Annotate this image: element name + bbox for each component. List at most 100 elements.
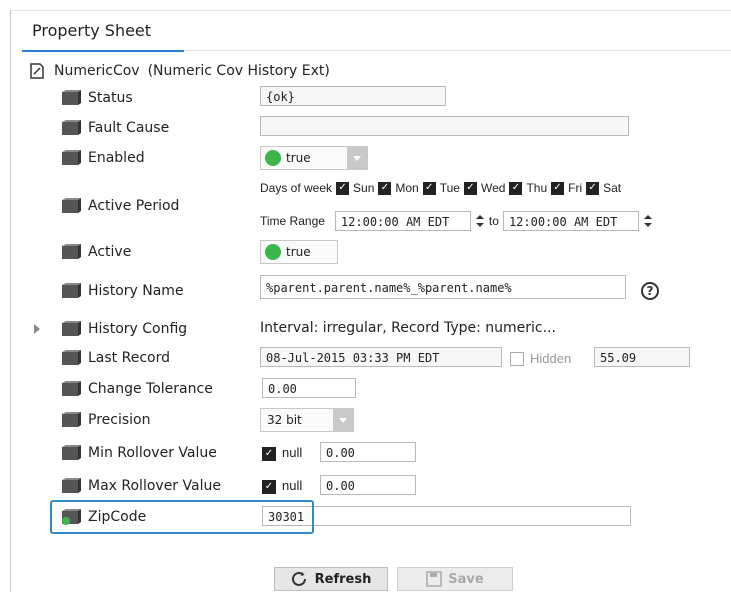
null-label: null <box>282 445 303 460</box>
slot-icon <box>62 90 81 105</box>
prop-row-history-name: History Name %parent.parent.name%_%paren… <box>28 273 731 309</box>
days-label: Days of week <box>260 181 333 195</box>
day-label: Sun <box>353 181 375 195</box>
prop-label: Active <box>88 244 132 260</box>
prop-row-enabled: Enabled true <box>28 143 731 173</box>
prop-row-precision: Precision 32 bit <box>28 405 731 435</box>
precision-value: 32 bit <box>267 413 302 427</box>
save-label: Save <box>448 571 484 587</box>
slot-icon <box>62 120 81 135</box>
slot-icon <box>62 150 81 165</box>
save-button[interactable]: Save <box>397 567 513 591</box>
active-text: true <box>286 245 311 259</box>
prop-row-status: Status {ok} <box>28 83 731 113</box>
floppy-disk-icon <box>426 571 443 587</box>
zipcode-highlight <box>50 500 314 534</box>
tab-label: Property Sheet <box>32 21 152 40</box>
slot-icon <box>62 445 81 460</box>
refresh-icon <box>291 571 306 586</box>
precision-dropdown[interactable]: 32 bit <box>260 408 354 432</box>
status-dot-icon <box>265 244 281 260</box>
prop-row-active-period: Active Period Days of week ✓ Sun ✓ Mon ✓ Tu… <box>28 175 731 237</box>
prop-row-active: Active true <box>28 237 731 267</box>
history-name-field[interactable]: %parent.parent.name%_%parent.name% <box>260 275 626 299</box>
tab-property-sheet[interactable]: Property Sheet <box>22 12 184 52</box>
prop-row-max-rollover: Max Rollover Value ✓ null 0.00 <box>28 471 731 501</box>
checkbox-mon[interactable]: ✓ <box>378 181 392 195</box>
hidden-label: Hidden <box>530 351 572 366</box>
prop-label: Active Period <box>88 198 180 214</box>
checkbox-wed[interactable]: ✓ <box>463 181 477 195</box>
prop-label: Enabled <box>88 150 145 166</box>
spinner-icon[interactable] <box>475 213 485 229</box>
checkbox-tue[interactable]: ✓ <box>422 181 436 195</box>
time-range: Time Range 12:00:00 AM EDT to 12:00:00 A… <box>260 211 653 231</box>
min-rollover-field[interactable]: 0.00 <box>320 442 416 462</box>
help-icon[interactable]: ? <box>641 282 659 300</box>
min-null-checkbox[interactable]: ✓ <box>262 447 276 461</box>
max-null-checkbox[interactable]: ✓ <box>262 480 276 494</box>
last-record-value: 55.09 <box>594 347 690 367</box>
prop-label: History Name <box>88 283 184 299</box>
day-label: Fri <box>568 181 583 195</box>
ext-component-icon <box>30 63 44 79</box>
root-component[interactable]: NumericCov (Numeric Cov History Ext) <box>28 60 330 82</box>
zipcode-field[interactable]: 30301 <box>262 506 631 526</box>
change-tolerance-field[interactable]: 0.00 <box>262 378 356 398</box>
day-label: Mon <box>395 181 419 195</box>
slot-icon <box>62 350 81 365</box>
max-rollover-field[interactable]: 0.00 <box>320 475 416 495</box>
slot-icon <box>62 381 81 396</box>
chevron-down-icon <box>347 147 367 169</box>
day-label: Thu <box>526 181 548 195</box>
prop-row-min-rollover: Min Rollover Value ✓ null 0.00 <box>28 438 731 468</box>
tab-strip <box>184 12 731 51</box>
prop-label: Max Rollover Value <box>88 478 221 494</box>
checkbox-thu[interactable]: ✓ <box>509 181 523 195</box>
prop-label: Fault Cause <box>88 120 170 136</box>
chevron-down-icon <box>333 409 353 431</box>
checkbox-sun[interactable]: ✓ <box>336 181 350 195</box>
day-label: Sat <box>603 181 622 195</box>
slot-icon <box>62 283 81 298</box>
prop-label: History Config <box>88 321 188 337</box>
end-time-field[interactable]: 12:00:00 AM EDT <box>502 211 639 231</box>
enabled-value: true <box>286 151 311 165</box>
prop-label: Change Tolerance <box>88 381 213 397</box>
slot-icon <box>62 321 81 336</box>
prop-row-last-record: Last Record 08-Jul-2015 03:33 PM EDT Hid… <box>28 343 731 373</box>
slot-icon <box>62 412 81 427</box>
prop-label: Precision <box>88 412 151 428</box>
start-time-field[interactable]: 12:00:00 AM EDT <box>334 211 471 231</box>
checkbox-fri[interactable]: ✓ <box>551 181 565 195</box>
fault-cause-field[interactable] <box>260 116 629 136</box>
prop-row-change-tolerance: Change Tolerance 0.00 <box>28 374 731 404</box>
day-label: Tue <box>439 181 460 195</box>
null-label: null <box>282 478 303 493</box>
prop-label: Status <box>88 90 133 106</box>
prop-row-fault-cause: Fault Cause <box>28 113 731 143</box>
time-range-label: Time Range <box>260 214 325 228</box>
last-record-timestamp: 08-Jul-2015 03:33 PM EDT <box>260 347 502 367</box>
prop-row-history-config: History Config Interval: irregular, Reco… <box>28 314 731 344</box>
root-type: (Numeric Cov History Ext) <box>147 63 330 79</box>
day-label: Wed <box>480 181 506 195</box>
status-field[interactable]: {ok} <box>260 86 446 106</box>
hidden-checkbox[interactable] <box>510 352 524 366</box>
history-config-summary: Interval: irregular, Record Type: numeri… <box>260 320 556 336</box>
checkbox-sat[interactable]: ✓ <box>586 181 600 195</box>
enabled-dropdown[interactable]: true <box>260 146 368 170</box>
to-label: to <box>488 214 499 228</box>
days-of-week: Days of week ✓ Sun ✓ Mon ✓ Tue ✓ Wed ✓ Thu ✓ F… <box>260 181 621 195</box>
slot-icon <box>62 198 81 213</box>
expand-arrow-icon[interactable] <box>34 324 40 334</box>
slot-icon <box>62 244 81 259</box>
status-dot-icon <box>265 150 281 166</box>
slot-icon <box>62 478 81 493</box>
prop-label: Last Record <box>88 350 170 366</box>
refresh-button[interactable]: Refresh <box>274 567 388 591</box>
prop-label: Min Rollover Value <box>88 445 217 461</box>
active-value: true <box>260 240 338 264</box>
refresh-label: Refresh <box>314 571 372 587</box>
spinner-icon[interactable] <box>643 213 653 229</box>
